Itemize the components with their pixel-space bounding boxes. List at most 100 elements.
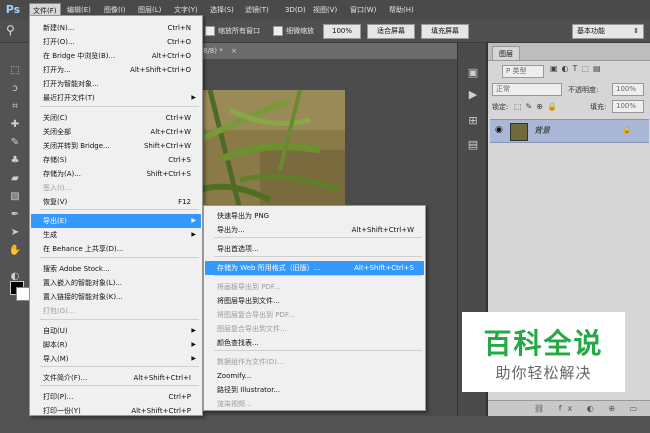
menubar-item[interactable]: 帮助(H)	[386, 3, 417, 18]
file-menu-item[interactable]: 恢复(V) F12	[31, 195, 201, 209]
layer-action-icons[interactable]: ⛓ fx ◐ ⊕ ▭ ▣ 🗑	[534, 404, 643, 429]
file-menu-item[interactable]: 打开(O)... Ctrl+O	[31, 35, 201, 49]
menu-item-label: 打印一份(Y)	[43, 407, 81, 415]
file-menu-item[interactable]: 自动(U) ▶	[31, 324, 201, 338]
menu-item-shortcut: Alt+Shift+Ctrl+O	[130, 66, 191, 74]
file-menu-item[interactable]: 导入(M) ▶	[31, 352, 201, 366]
menu-item-label: 置入链接的智能对象(K)...	[43, 293, 123, 301]
file-menu-item[interactable]: 置入链接的智能对象(K)...	[31, 290, 201, 304]
toolbox: ⬚ ↄ ⌗ ✚ ✎ ♣ ▰ ▧ ✒ ➤ ✋ ◐	[0, 43, 30, 416]
canvas-image[interactable]	[200, 90, 345, 210]
menu-item-shortcut: Ctrl+P	[168, 393, 191, 401]
brush-tool-icon[interactable]: ✎	[6, 135, 24, 151]
file-menu-item[interactable]: 生成 ▶	[31, 228, 201, 242]
menubar-item[interactable]: 滤镜(T)	[242, 3, 272, 18]
menu-item-label: 图层复合导出到文件...	[217, 325, 287, 333]
tab-layers[interactable]: 图层	[492, 46, 520, 60]
lasso-tool-icon[interactable]: ↄ	[6, 81, 24, 97]
adjustments-panel-icon[interactable]: ⊞	[464, 113, 482, 129]
menu-item-label: 生成	[43, 231, 57, 239]
lock-icons[interactable]: ⬚✎⊕🔒	[514, 100, 561, 114]
menubar-item[interactable]: 3D(D)	[282, 3, 309, 18]
layer-row-background[interactable]: ◉ 背景 🔒	[490, 119, 649, 143]
fit-screen-button[interactable]: 适合屏幕	[367, 24, 415, 39]
file-menu-item[interactable]: 脚本(R) ▶	[31, 338, 201, 352]
menu-item-shortcut: Alt+Shift+Ctrl+S	[354, 264, 414, 272]
play-actions-icon[interactable]: ▶	[464, 87, 482, 103]
filter-icons[interactable]: ▣◐T⬚▤	[550, 64, 605, 73]
menu-separator	[40, 209, 199, 210]
export-menu-item[interactable]: 将图层导出到文件...	[205, 294, 424, 308]
opacity-input[interactable]: 100%	[612, 83, 644, 96]
file-menu-item[interactable]: 存储(S) Ctrl+S	[31, 153, 201, 167]
gradient-tool-icon[interactable]: ▧	[6, 189, 24, 205]
bamboo-photo	[200, 90, 345, 210]
crop-tool-icon[interactable]: ⌗	[6, 99, 24, 115]
menu-separator	[40, 385, 199, 386]
file-menu-item[interactable]: 打开为... Alt+Shift+Ctrl+O	[31, 63, 201, 77]
fill-screen-button[interactable]: 填充屏幕	[421, 24, 469, 39]
file-menu-item: 签入(I)...	[31, 181, 201, 195]
marquee-tool-icon[interactable]: ⬚	[6, 63, 24, 79]
menu-item-shortcut: Ctrl+O	[167, 38, 191, 46]
history-panel-icon[interactable]: ▣	[464, 65, 482, 81]
layers-panel-tabs: 图层	[488, 43, 650, 61]
menu-item-label: 存储为 Web 所用格式（旧版）...	[217, 264, 321, 272]
eraser-tool-icon[interactable]: ▰	[6, 171, 24, 187]
scrubby-zoom-checkbox[interactable]	[273, 26, 283, 36]
file-menu-item[interactable]: 最近打开文件(T) ▶	[31, 91, 201, 105]
file-menu-item[interactable]: 存储为(A)... Shift+Ctrl+S	[31, 167, 201, 181]
file-menu-item[interactable]: 在 Behance 上共享(D)...	[31, 242, 201, 256]
file-menu-item[interactable]: 打印(P)... Ctrl+P	[31, 390, 201, 404]
layers-panel-footer: ⛓ fx ◐ ⊕ ▭ ▣ 🗑	[488, 400, 650, 429]
fit-all-windows-checkbox[interactable]	[205, 26, 215, 36]
file-menu-item[interactable]: 文件简介(F)... Alt+Shift+Ctrl+I	[31, 371, 201, 385]
zoom-100-button[interactable]: 100%	[323, 24, 361, 39]
selection-tool-icon[interactable]: ➤	[6, 225, 24, 241]
file-menu-item[interactable]: 打开为智能对象...	[31, 77, 201, 91]
stamp-tool-icon[interactable]: ♣	[6, 153, 24, 169]
menu-item-shortcut: Ctrl+N	[167, 24, 191, 32]
file-menu-item[interactable]: 新建(N)... Ctrl+N	[31, 21, 201, 35]
layer-kind-filter[interactable]: P 类型	[502, 65, 544, 78]
file-menu-item[interactable]: 关闭全部 Alt+Ctrl+W	[31, 125, 201, 139]
blend-mode-select[interactable]: 正常	[492, 83, 562, 96]
menu-separator	[40, 257, 199, 258]
menu-item-label: 打印(P)...	[43, 393, 74, 401]
document-tab-title: 8/8) *	[203, 47, 223, 55]
export-menu-item[interactable]: 存储为 Web 所用格式（旧版）... Alt+Shift+Ctrl+S	[205, 261, 424, 275]
file-menu-item: 打包(G)...	[31, 304, 201, 318]
zoom-tool-icon[interactable]: ⚲	[6, 23, 15, 37]
document-tab[interactable]: 8/8) * ×	[200, 43, 457, 59]
export-menu-item[interactable]: 导出为... Alt+Shift+Ctrl+W	[205, 223, 424, 237]
hand-tool-icon[interactable]: ✋	[6, 243, 24, 259]
file-menu-item[interactable]: 关闭(C) Ctrl+W	[31, 111, 201, 125]
close-icon[interactable]: ×	[231, 47, 237, 55]
pen-tool-icon[interactable]: ✒	[6, 207, 24, 223]
menu-item-label: 将画板导出到 PDF...	[217, 283, 281, 291]
menu-item-label: 导出首选项...	[217, 245, 259, 253]
healing-tool-icon[interactable]: ✚	[6, 117, 24, 133]
export-menu-item[interactable]: 快速导出为 PNG	[205, 209, 424, 223]
export-menu-item[interactable]: 路径到 Illustrator...	[205, 383, 424, 397]
menubar-item[interactable]: 视图(V)	[310, 3, 340, 18]
file-menu-item[interactable]: 导出(E) ▶	[31, 214, 201, 228]
menu-item-label: 搜索 Adobe Stock...	[43, 265, 110, 273]
menubar-item[interactable]: 窗口(W)	[347, 3, 379, 18]
fill-input[interactable]: 100%	[612, 100, 644, 113]
export-menu-item[interactable]: Zoomify...	[205, 369, 424, 383]
file-menu-item[interactable]: 关闭并转到 Bridge... Shift+Ctrl+W	[31, 139, 201, 153]
file-menu-item[interactable]: 在 Bridge 中浏览(B)... Alt+Ctrl+O	[31, 49, 201, 63]
background-color-swatch[interactable]	[16, 287, 30, 301]
file-menu-item[interactable]: 搜索 Adobe Stock...	[31, 262, 201, 276]
menu-item-shortcut: Alt+Ctrl+W	[150, 128, 191, 136]
export-menu-item[interactable]: 颜色查找表...	[205, 336, 424, 350]
workspace-select[interactable]: 基本功能 ⇕	[572, 24, 644, 39]
visibility-eye-icon[interactable]: ◉	[495, 125, 503, 135]
menubar-item[interactable]: 选择(S)	[207, 3, 237, 18]
quick-mask-icon[interactable]: ◐	[6, 269, 24, 285]
file-menu-item[interactable]: 置入嵌入的智能对象(L)...	[31, 276, 201, 290]
properties-panel-icon[interactable]: ▤	[464, 137, 482, 153]
export-menu-item: 渲染视频...	[205, 397, 424, 411]
export-menu-item[interactable]: 导出首选项...	[205, 242, 424, 256]
